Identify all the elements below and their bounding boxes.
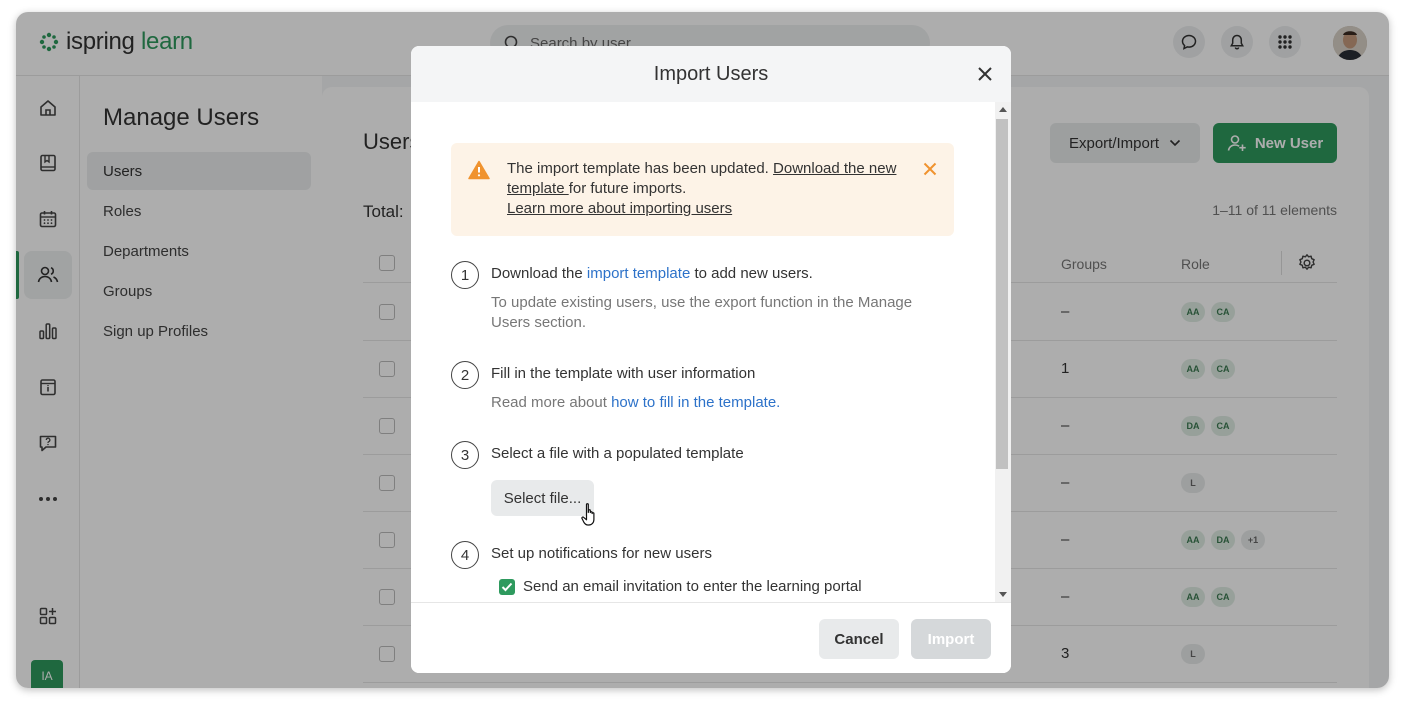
step-2-desc-pre: Read more about (491, 394, 612, 411)
learn-more-link[interactable]: Learn more about importing users (507, 200, 732, 217)
step-1-title-post: to add new users. (690, 265, 813, 282)
fill-template-link[interactable]: how to fill in the template. (611, 394, 780, 411)
step-1-number: 1 (451, 261, 479, 289)
scroll-thumb[interactable] (996, 119, 1008, 469)
step-2-description: Read more about how to fill in the templ… (491, 393, 931, 413)
import-template-link[interactable]: import template (587, 265, 690, 282)
alert-text-2: for future imports. (568, 180, 687, 197)
email-invitation-option[interactable]: Send an email invitation to enter the le… (499, 578, 862, 595)
alert-message: The import template has been updated. Do… (507, 159, 907, 219)
dialog-footer: Cancel Import (411, 602, 1011, 673)
alert-close-icon[interactable] (923, 162, 937, 176)
step-1-description: To update existing users, use the export… (491, 294, 913, 331)
email-invitation-label: Send an email invitation to enter the le… (523, 578, 862, 595)
step-4-title: Set up notifications for new users (491, 545, 712, 562)
cancel-button[interactable]: Cancel (819, 619, 899, 659)
hand-cursor-icon (581, 503, 595, 526)
step-1-title: Download the import template to add new … (491, 265, 813, 282)
step-3-number: 3 (451, 441, 479, 469)
import-users-dialog: Import Users The import template has bee… (411, 46, 1011, 673)
email-invitation-checkbox[interactable] (499, 578, 515, 595)
step-3-title: Select a file with a populated template (491, 445, 744, 462)
step-2-title: Fill in the template with user informati… (491, 365, 756, 382)
step-4-number: 4 (451, 541, 479, 569)
step-2-number: 2 (451, 361, 479, 389)
scroll-up-arrow-icon[interactable] (999, 107, 1007, 112)
close-icon[interactable] (975, 64, 995, 84)
import-button[interactable]: Import (911, 619, 991, 659)
template-update-alert: The import template has been updated. Do… (451, 143, 954, 236)
step-1-title-pre: Download the (491, 265, 587, 282)
dialog-scrollbar[interactable] (995, 102, 1011, 602)
dialog-header: Import Users (411, 46, 1011, 102)
warning-icon (468, 160, 490, 180)
dialog-body: The import template has been updated. Do… (411, 102, 995, 602)
select-file-button[interactable]: Select file... (491, 480, 594, 516)
dialog-title: Import Users (653, 63, 769, 85)
scroll-down-arrow-icon[interactable] (999, 592, 1007, 597)
alert-text-1: The import template has been updated. (507, 160, 774, 177)
checkmark-icon (501, 582, 513, 591)
